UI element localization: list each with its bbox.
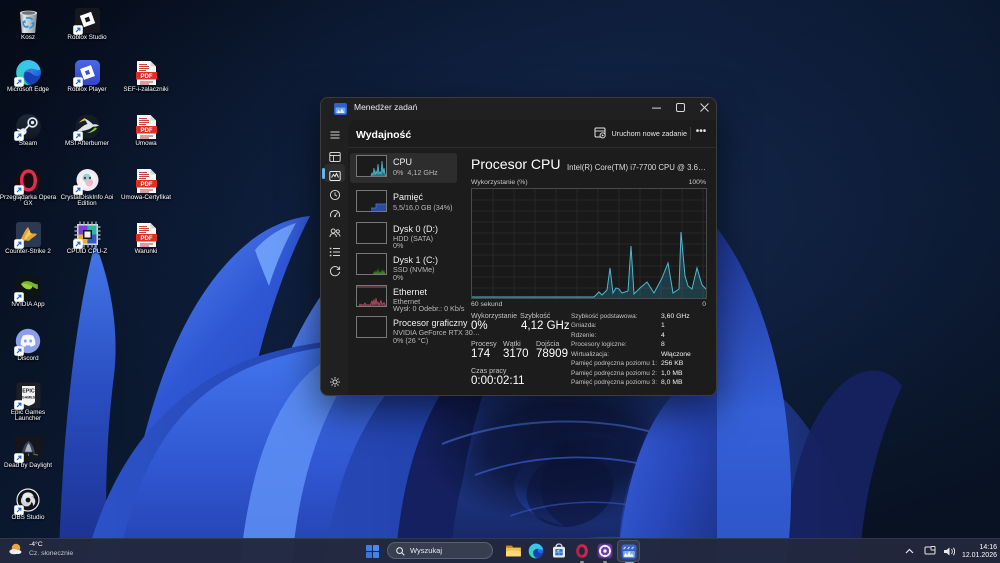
svg-text:EPIC: EPIC (22, 388, 35, 394)
svg-text:PDF: PDF (140, 73, 152, 79)
svg-text:PDF: PDF (140, 181, 152, 187)
svg-text:GAMES: GAMES (21, 395, 35, 399)
svg-text:PDF: PDF (140, 127, 152, 133)
svg-text:PDF: PDF (140, 235, 152, 241)
